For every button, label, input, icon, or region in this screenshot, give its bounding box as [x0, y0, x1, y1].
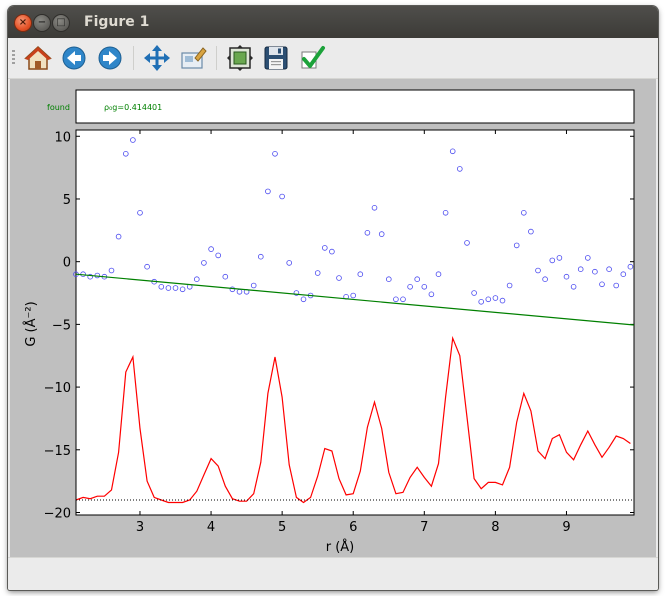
configure-subplots-button[interactable]	[226, 44, 254, 72]
figure-window: × − □ Figure 1 found ρ₀g=0.414401 3 4 5 …	[8, 6, 658, 590]
configure-subplots-icon	[227, 45, 253, 71]
maximize-window-button[interactable]: □	[52, 14, 70, 32]
maximize-icon: □	[56, 17, 66, 28]
x-tick-label: 4	[207, 520, 215, 535]
plot-area	[75, 129, 635, 516]
found-label: found	[47, 103, 70, 112]
minimize-icon: −	[37, 17, 47, 28]
pan-move-icon	[144, 45, 170, 71]
back-button[interactable]	[60, 44, 88, 72]
x-tick-label: 7	[420, 520, 428, 535]
figure-svg[interactable]: found ρ₀g=0.414401 3 4 5 6 7 8 9 10 5 0 −5 −10 −15 −2…	[10, 79, 656, 557]
home-icon	[24, 45, 52, 70]
y-tick-label: 5	[63, 193, 71, 208]
forward-button[interactable]	[96, 44, 124, 72]
y-tick-label: 0	[63, 256, 71, 271]
zoom-to-rect-button[interactable]	[179, 44, 207, 72]
save-figure-button[interactable]	[262, 44, 290, 72]
back-arrow-icon	[62, 46, 86, 70]
y-tick-label: −5	[52, 318, 71, 333]
y-tick-label: −20	[44, 506, 71, 521]
status-bar	[8, 557, 658, 590]
forward-arrow-icon	[98, 46, 122, 70]
zoom-to-rect-icon	[181, 47, 207, 69]
apply-checkmark-icon	[301, 46, 325, 69]
title-bar: × − □ Figure 1	[8, 6, 658, 38]
toolbar-separator	[216, 46, 217, 70]
y-tick-label: −10	[44, 381, 71, 396]
x-axis-label: r (Å)	[326, 539, 355, 555]
close-icon: ×	[18, 17, 28, 28]
home-button[interactable]	[24, 44, 52, 72]
x-tick-label: 6	[349, 520, 357, 535]
x-tick-label: 8	[491, 520, 499, 535]
figure-canvas[interactable]: found ρ₀g=0.414401 3 4 5 6 7 8 9 10 5 0 −5 −10 −15 −2…	[10, 79, 656, 557]
toolbar-grip[interactable]	[12, 50, 15, 64]
apply-button[interactable]	[298, 44, 326, 72]
navigation-toolbar	[8, 38, 658, 79]
toolbar-separator	[133, 46, 134, 70]
y-tick-label: −15	[44, 444, 71, 459]
save-floppy-icon	[264, 46, 288, 70]
rho-g-label: ρ₀g=0.414401	[104, 103, 162, 112]
y-tick-label: 10	[54, 130, 71, 145]
y-axis-label: G (Å⁻²)	[23, 301, 39, 346]
minimize-window-button[interactable]: −	[33, 14, 51, 32]
window-title: Figure 1	[84, 14, 150, 30]
pan-button[interactable]	[143, 44, 171, 72]
x-tick-label: 5	[278, 520, 286, 535]
x-tick-label: 9	[562, 520, 570, 535]
x-tick-label: 3	[136, 520, 144, 535]
close-window-button[interactable]: ×	[14, 14, 32, 32]
